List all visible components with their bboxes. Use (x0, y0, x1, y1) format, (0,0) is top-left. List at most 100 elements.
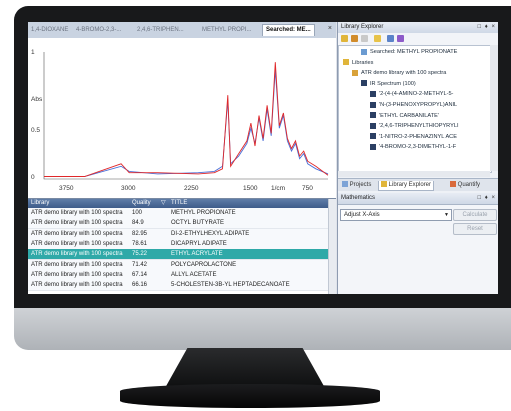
operation-value: Adjust X-Axis (344, 212, 380, 218)
tree-node[interactable]: '4-BROMO-2,3-DIMETHYL-1-F (370, 143, 456, 151)
x-tick-2250: 2250 (184, 185, 199, 192)
cell-library: ATR demo library with 100 spectra (31, 282, 123, 289)
tree-node[interactable]: 'ETHYL CARBANILATE' (370, 112, 439, 120)
tree-node[interactable]: 'N-(3-PHENOXYPROPYL)ANIL (370, 101, 457, 109)
remove-icon[interactable] (361, 35, 368, 42)
tab-4-bromo[interactable]: 4-BROMO-2,3-... (76, 25, 121, 36)
cell-quality: 71.42 (132, 261, 148, 268)
right-panels: Library Explorer □ ♦ × Searched: METHYL … (337, 22, 498, 294)
spectrum-pane: 1,4-DIOXANE 4-BROMO-2,3-... 2,4,6-TRIPHE… (28, 22, 336, 294)
tree-node[interactable]: Searched: METHYL PROPIONATE (361, 48, 457, 56)
cell-quality: 84.9 (132, 220, 144, 227)
library-icon (381, 181, 387, 188)
tree-node-label: '1-NITRO-2-PHENAZINYL ACE (379, 133, 457, 140)
reset-button[interactable]: Reset (453, 223, 497, 235)
spectrum-icon (370, 143, 376, 150)
x-axis-unit-label: 1/cm (271, 185, 286, 192)
column-header-library[interactable]: Library (31, 199, 49, 208)
tree-horizontal-scrollbar[interactable] (338, 171, 490, 177)
table-header: Library Quality ▽ TITLE (28, 199, 336, 208)
library-explorer-title: Library Explorer (341, 24, 384, 30)
panel-controls-icon[interactable]: □ ♦ × (477, 193, 496, 204)
projects-icon (342, 181, 348, 188)
add-library-icon[interactable] (351, 35, 358, 42)
tree-node-label: ATR demo library with 100 spectra (361, 70, 447, 77)
monitor-base (120, 384, 380, 408)
cell-title: OCTYL BUTYRATE (171, 220, 225, 227)
spectrum-icon (370, 90, 376, 97)
cell-title: METHYL PROPIONATE (171, 210, 236, 216)
tab-projects-label: Projects (349, 182, 372, 188)
sort-arrow-icon[interactable]: ▽ (161, 199, 166, 208)
cell-quality: 100 (132, 210, 143, 216)
tab-searched[interactable]: Searched: ME... (262, 24, 315, 36)
spectrum-line-2 (44, 62, 329, 177)
x-tick-3000: 3000 (121, 185, 136, 192)
x-tick-1500: 1500 (243, 185, 258, 192)
table-scrollbar[interactable] (328, 199, 336, 294)
cell-library: ATR demo library with 100 spectra (31, 271, 123, 278)
calculate-button[interactable]: Calculate (453, 209, 497, 221)
cell-library: ATR demo library with 100 spectra (31, 230, 123, 237)
cell-quality: 75.22 (132, 251, 148, 258)
close-icon[interactable]: × (328, 25, 332, 32)
monitor-chin (14, 308, 511, 350)
y-tick-0-5: 0.5 (31, 127, 41, 134)
tab-projects[interactable]: Projects (342, 181, 371, 190)
chevron-down-icon[interactable]: ▼ (444, 210, 449, 220)
tree-node[interactable]: '2,4,6-TRIPHENYLTHIOPYRYLI (370, 122, 459, 130)
tree-node-label: Libraries (352, 59, 374, 66)
spectrum-plot[interactable]: 1 Abs 0.5 0 3750 3000 2250 1500 1/cm 750 (28, 38, 336, 198)
spectrum-icon (370, 133, 376, 140)
quantify-icon (450, 181, 456, 188)
mathematics-title: Mathematics (341, 195, 376, 201)
operation-select[interactable]: Adjust X-Axis ▼ (340, 209, 452, 221)
properties-icon[interactable] (374, 35, 381, 42)
spectrum-icon (370, 112, 376, 119)
tree-node[interactable]: ATR demo library with 100 spectra (352, 69, 446, 77)
monitor-stand (165, 348, 325, 388)
library-tree: Searched: METHYL PROPIONATE Libraries ATR … (338, 45, 492, 173)
panel-controls-icon[interactable]: □ ♦ × (477, 22, 496, 33)
filter-icon[interactable] (397, 35, 404, 42)
cell-title: DI-2-ETHYLHEXYL ADIPATE (171, 230, 250, 237)
y-tick-1: 1 (31, 49, 35, 56)
search-results-table: Library Quality ▽ TITLE ATR demo library… (28, 198, 336, 294)
cell-library: ATR demo library with 100 spectra (31, 220, 123, 227)
x-tick-750: 750 (302, 185, 313, 192)
open-library-icon[interactable] (341, 35, 348, 42)
tab-quantify[interactable]: Quantify (450, 181, 480, 190)
library-toolbar (338, 33, 498, 45)
spectrum-icon (370, 101, 376, 108)
tab-library-explorer[interactable]: Library Explorer (378, 181, 435, 191)
cell-quality: 67.14 (132, 271, 148, 278)
tree-node[interactable]: Libraries (343, 59, 373, 67)
tree-node-label: IR Spectrum (100) (370, 80, 416, 87)
tree-node[interactable]: IR Spectrum (100) (361, 80, 416, 88)
tab-triphenyl[interactable]: 2,4,6-TRIPHEN... (137, 25, 184, 36)
column-header-quality[interactable]: Quality (132, 199, 151, 208)
spectrum-icon (361, 80, 367, 87)
cell-quality: 78.61 (132, 240, 148, 247)
cell-library: ATR demo library with 100 spectra (31, 210, 123, 216)
search-icon[interactable] (387, 35, 394, 42)
tab-1-4-dioxane[interactable]: 1,4-DIOXANE (31, 25, 68, 36)
tab-quantify-label: Quantify (457, 182, 481, 188)
tab-library-explorer-label: Library Explorer (388, 182, 432, 188)
table-row[interactable]: ATR demo library with 100 spectra 66.16 5-… (28, 280, 336, 292)
cell-title: POLYCAPROLACTONE (171, 261, 237, 268)
tree-node-label: '4-BROMO-2,3-DIMETHYL-1-F (379, 144, 457, 151)
tab-methyl-propionate[interactable]: METHYL PROPI... (202, 25, 251, 36)
mathematics-panel: Adjust X-Axis ▼ Calculate Reset (338, 205, 498, 294)
tree-node-label: '2,4,6-TRIPHENYLTHIOPYRYLI (379, 123, 459, 130)
tree-node[interactable]: '2-(4-(4-AMINO-2-METHYL-5- (370, 90, 453, 98)
folder-icon (343, 59, 349, 66)
plot-axes (43, 52, 328, 180)
tree-node-label: Searched: METHYL PROPIONATE (370, 49, 458, 55)
tree-node[interactable]: '1-NITRO-2-PHENAZINYL ACE (370, 133, 457, 141)
tree-vertical-scrollbar[interactable] (490, 45, 498, 171)
column-header-title[interactable]: TITLE (171, 199, 187, 208)
document-tabbar: 1,4-DIOXANE 4-BROMO-2,3-... 2,4,6-TRIPHE… (28, 22, 336, 39)
cell-library: ATR demo library with 100 spectra (31, 251, 123, 258)
tree-node-label: '2-(4-(4-AMINO-2-METHYL-5- (379, 91, 454, 98)
